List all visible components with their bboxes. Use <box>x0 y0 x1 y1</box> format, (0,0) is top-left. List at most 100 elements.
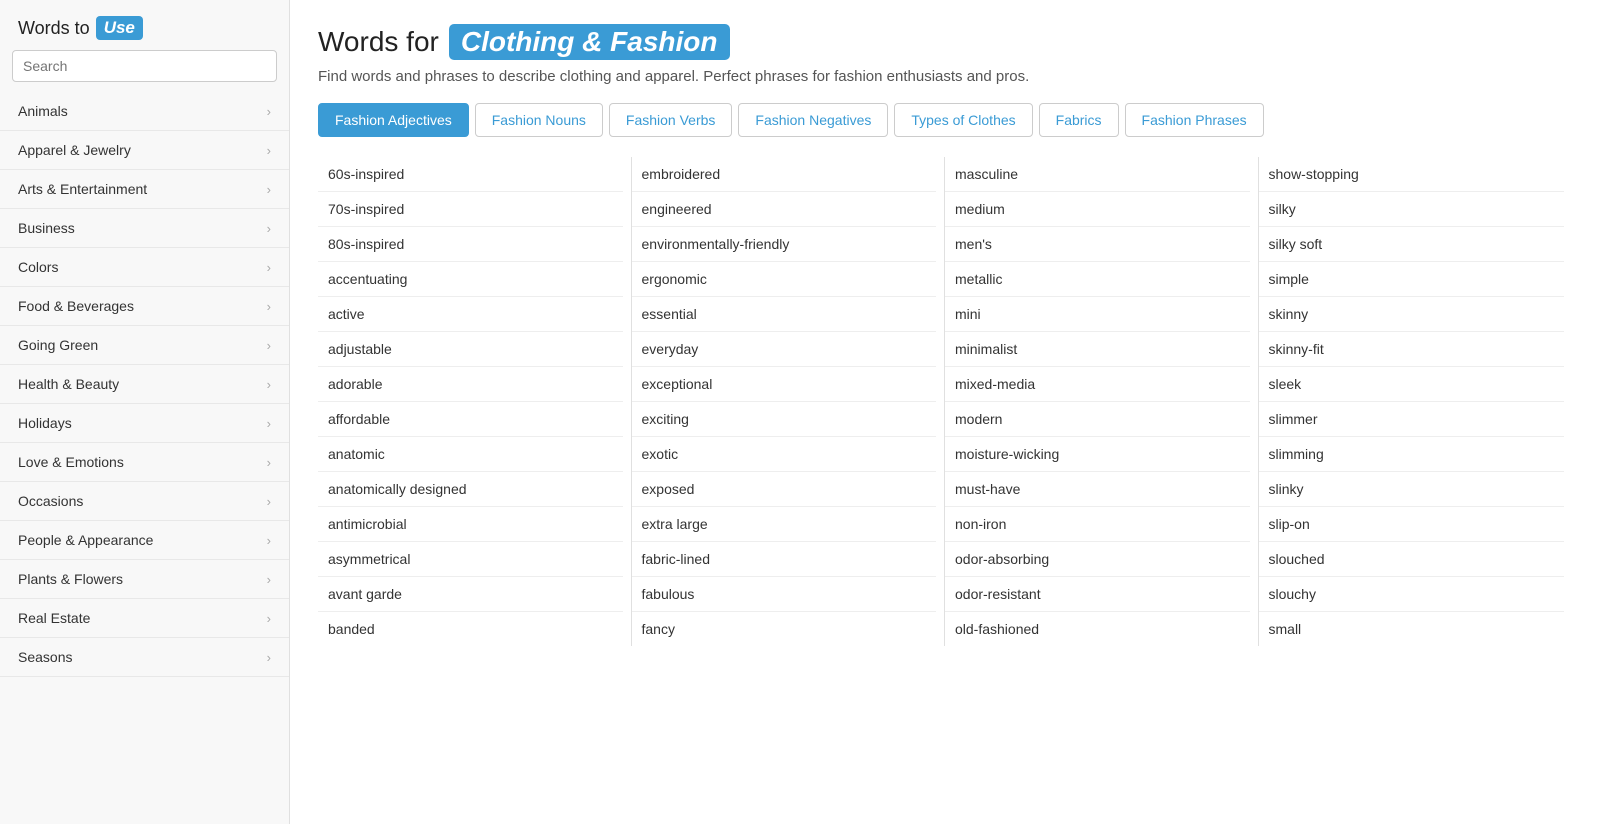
page-subtitle: Find words and phrases to describe cloth… <box>318 68 1572 85</box>
sidebar-item-apparel---jewelry[interactable]: Apparel & Jewelry› <box>0 131 289 170</box>
chevron-right-icon: › <box>267 104 271 119</box>
word-item: active <box>318 297 623 332</box>
word-column-2: masculinemediummen'smetallicminiminimali… <box>945 157 1259 646</box>
sidebar-item-health---beauty[interactable]: Health & Beauty› <box>0 365 289 404</box>
word-item: exceptional <box>632 367 937 402</box>
sidebar-item-colors[interactable]: Colors› <box>0 248 289 287</box>
chevron-right-icon: › <box>267 650 271 665</box>
search-box[interactable] <box>12 50 277 82</box>
word-item: adjustable <box>318 332 623 367</box>
word-item: show-stopping <box>1259 157 1565 192</box>
word-item: banded <box>318 612 623 646</box>
word-item: 70s-inspired <box>318 192 623 227</box>
word-column-1: embroideredengineeredenvironmentally-fri… <box>632 157 946 646</box>
main-content: Words for Clothing & Fashion Find words … <box>290 0 1600 824</box>
word-item: non-iron <box>945 507 1250 542</box>
word-item: exposed <box>632 472 937 507</box>
sidebar-item-people---appearance[interactable]: People & Appearance › <box>0 521 289 560</box>
word-item: 80s-inspired <box>318 227 623 262</box>
word-item: everyday <box>632 332 937 367</box>
word-item: modern <box>945 402 1250 437</box>
word-column-3: show-stoppingsilkysilky softsimpleskinny… <box>1259 157 1573 646</box>
logo-words-text: Words to <box>18 18 90 39</box>
nav-item-label: Holidays <box>18 415 72 431</box>
page-title: Words for Clothing & Fashion <box>318 24 1572 60</box>
word-item: simple <box>1259 262 1565 297</box>
sidebar-item-plants---flowers[interactable]: Plants & Flowers› <box>0 560 289 599</box>
word-column-0: 60s-inspired70s-inspired80s-inspiredacce… <box>318 157 632 646</box>
word-item: ergonomic <box>632 262 937 297</box>
word-item: silky <box>1259 192 1565 227</box>
word-item: small <box>1259 612 1565 646</box>
tab-fabrics[interactable]: Fabrics <box>1039 103 1119 137</box>
title-prefix: Words for <box>318 26 439 58</box>
word-item: exciting <box>632 402 937 437</box>
tab-fashion-nouns[interactable]: Fashion Nouns <box>475 103 603 137</box>
tab-fashion-adjectives[interactable]: Fashion Adjectives <box>318 103 469 137</box>
word-item: anatomic <box>318 437 623 472</box>
nav-item-label: Animals <box>18 103 68 119</box>
chevron-right-icon: › <box>267 260 271 275</box>
word-item: slinky <box>1259 472 1565 507</box>
logo-area: Words to Use <box>0 0 289 50</box>
sidebar-item-seasons[interactable]: Seasons› <box>0 638 289 677</box>
word-item: environmentally-friendly <box>632 227 937 262</box>
tab-fashion-negatives[interactable]: Fashion Negatives <box>738 103 888 137</box>
nav-item-label: Real Estate <box>18 610 90 626</box>
word-item: moisture-wicking <box>945 437 1250 472</box>
tab-fashion-verbs[interactable]: Fashion Verbs <box>609 103 733 137</box>
word-item: skinny <box>1259 297 1565 332</box>
word-item: skinny-fit <box>1259 332 1565 367</box>
word-item: avant garde <box>318 577 623 612</box>
word-item: antimicrobial <box>318 507 623 542</box>
sidebar: Words to Use Animals›Apparel & Jewelry›A… <box>0 0 290 824</box>
sidebar-item-love---emotions[interactable]: Love & Emotions › <box>0 443 289 482</box>
sidebar-item-business[interactable]: Business › <box>0 209 289 248</box>
chevron-right-icon: › <box>267 533 271 548</box>
word-item: extra large <box>632 507 937 542</box>
word-item: slouchy <box>1259 577 1565 612</box>
search-input[interactable] <box>12 50 277 82</box>
sidebar-item-occasions[interactable]: Occasions› <box>0 482 289 521</box>
nav-item-label: Plants & Flowers <box>18 571 123 587</box>
word-item: men's <box>945 227 1250 262</box>
sidebar-item-food---beverages[interactable]: Food & Beverages› <box>0 287 289 326</box>
word-item: mixed-media <box>945 367 1250 402</box>
chevron-right-icon: › <box>267 611 271 626</box>
word-item: slip-on <box>1259 507 1565 542</box>
chevron-right-icon: › <box>267 416 271 431</box>
chevron-right-icon: › <box>267 455 271 470</box>
word-item: fancy <box>632 612 937 646</box>
sidebar-item-real-estate[interactable]: Real Estate › <box>0 599 289 638</box>
chevron-right-icon: › <box>267 377 271 392</box>
sidebar-item-holidays[interactable]: Holidays › <box>0 404 289 443</box>
chevron-right-icon: › <box>267 299 271 314</box>
nav-item-label: Apparel & Jewelry <box>18 142 131 158</box>
sidebar-nav: Animals›Apparel & Jewelry›Arts & Enterta… <box>0 92 289 677</box>
word-item: odor-absorbing <box>945 542 1250 577</box>
nav-item-label: People & Appearance <box>18 532 153 548</box>
sidebar-item-arts---entertainment[interactable]: Arts & Entertainment › <box>0 170 289 209</box>
nav-item-label: Business <box>18 220 75 236</box>
nav-item-label: Arts & Entertainment <box>18 181 147 197</box>
sidebar-item-animals[interactable]: Animals › <box>0 92 289 131</box>
nav-item-label: Love & Emotions <box>18 454 124 470</box>
word-grid: 60s-inspired70s-inspired80s-inspiredacce… <box>318 157 1572 646</box>
logo-use-badge: Use <box>96 16 143 40</box>
chevron-right-icon: › <box>267 221 271 236</box>
word-item: medium <box>945 192 1250 227</box>
word-item: essential <box>632 297 937 332</box>
word-item: affordable <box>318 402 623 437</box>
sidebar-item-going-green[interactable]: Going Green› <box>0 326 289 365</box>
word-item: silky soft <box>1259 227 1565 262</box>
word-item: 60s-inspired <box>318 157 623 192</box>
chevron-right-icon: › <box>267 182 271 197</box>
word-item: slimming <box>1259 437 1565 472</box>
tab-types-of-clothes[interactable]: Types of Clothes <box>894 103 1032 137</box>
tabs-bar: Fashion AdjectivesFashion NounsFashion V… <box>318 103 1572 137</box>
word-item: masculine <box>945 157 1250 192</box>
nav-item-label: Occasions <box>18 493 83 509</box>
tab-fashion-phrases[interactable]: Fashion Phrases <box>1125 103 1264 137</box>
nav-item-label: Going Green <box>18 337 98 353</box>
word-item: odor-resistant <box>945 577 1250 612</box>
